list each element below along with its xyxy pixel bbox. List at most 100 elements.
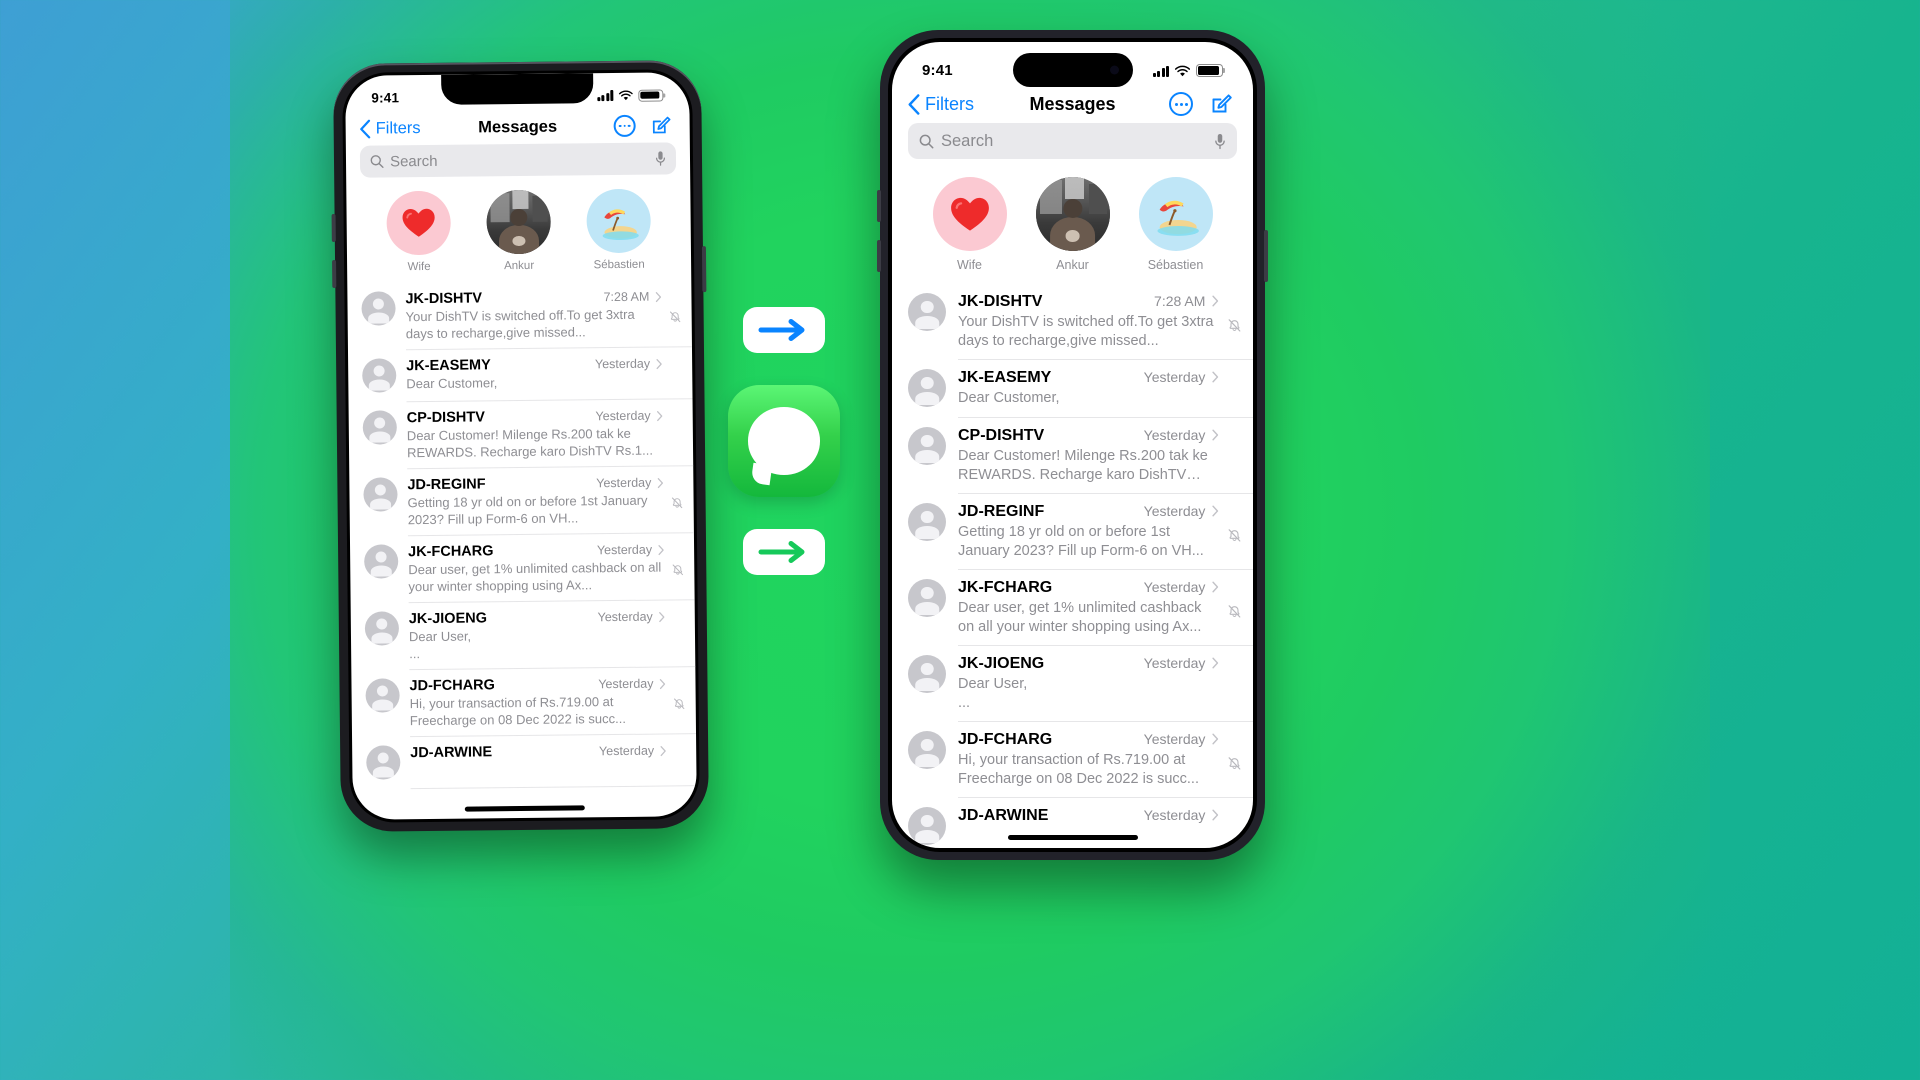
chevron-right-icon xyxy=(657,477,663,488)
pinned-contact-ankur[interactable]: Ankur xyxy=(1035,177,1110,272)
photo-avatar xyxy=(1035,177,1110,251)
conversation-preview: Dear User,... xyxy=(958,676,1028,711)
microphone-icon[interactable] xyxy=(655,150,666,166)
left-phone-volume-down[interactable] xyxy=(332,259,337,288)
left-phone-power-button[interactable] xyxy=(701,246,707,293)
avatar xyxy=(908,503,946,541)
chevron-right-icon xyxy=(1212,581,1219,593)
right-phone-power-button[interactable] xyxy=(1264,230,1268,282)
conversation-preview: Dear User,... xyxy=(408,628,472,662)
conversation-sender: JD-ARWINE xyxy=(958,807,1049,824)
left-phone-screen: 9:41 Filters Messages Search Wife Ankur … xyxy=(345,72,697,820)
conversation-list[interactable]: JK-DISHTV 7:28 AM Your DishTV is switched … xyxy=(347,280,697,790)
conversation-row[interactable]: JD-ARWINE Yesterday xyxy=(352,734,697,790)
conversation-sender: JD-FCHARG xyxy=(409,677,495,695)
microphone-icon[interactable] xyxy=(1214,133,1226,150)
bell-mute-icon xyxy=(673,697,686,713)
home-indicator xyxy=(464,805,585,812)
conversation-row[interactable]: JD-ARWINE Yesterday xyxy=(892,798,1253,848)
conversation-row[interactable]: JK-FCHARG Yesterday Dear user, get 1% unli… xyxy=(350,533,695,604)
pinned-contact-wife[interactable]: Wife xyxy=(932,177,1007,272)
chevron-right-icon xyxy=(1212,809,1219,821)
bell-mute-icon xyxy=(671,563,684,579)
pinned-contact-sebastien[interactable]: Sébastien xyxy=(1138,177,1213,272)
conversation-sender: JD-FCHARG xyxy=(958,731,1053,748)
conversation-preview: Your DishTV is switched off.To get 3xtra… xyxy=(958,314,1214,349)
conversation-preview: Getting 18 yr old on or before 1st Janua… xyxy=(407,492,648,528)
compose-square-icon[interactable] xyxy=(1209,92,1233,116)
right-phone-volume-down[interactable] xyxy=(877,240,881,272)
conversation-row[interactable]: JD-REGINF Yesterday Getting 18 yr old on o… xyxy=(349,466,694,537)
conversation-row[interactable]: JK-DISHTV 7:28 AM Your DishTV is switched … xyxy=(892,284,1253,360)
conversation-row[interactable]: JD-FCHARG Yesterday Hi, your transaction o… xyxy=(351,667,697,738)
conversation-sender: JK-EASEMY xyxy=(406,357,491,375)
filters-back-button[interactable]: Filters xyxy=(908,94,974,115)
conversation-preview: Dear Customer, xyxy=(406,375,498,392)
messages-app-icon[interactable] xyxy=(728,385,840,497)
conversation-time: Yesterday xyxy=(1143,427,1206,443)
search-icon xyxy=(370,155,384,168)
avatar xyxy=(365,678,400,713)
conversation-row[interactable]: JK-JIOENG Yesterday Dear User,... xyxy=(351,600,696,671)
avatar xyxy=(362,358,397,393)
conversation-preview: Your DishTV is switched off.To get 3xtra… xyxy=(405,306,635,342)
status-time: 9:41 xyxy=(371,90,400,106)
conversation-sender: JK-JIOENG xyxy=(408,610,488,628)
arrow-chip-top xyxy=(743,307,825,353)
ellipsis-circle-icon[interactable] xyxy=(1169,92,1193,116)
conversation-row[interactable]: JK-FCHARG Yesterday Dear user, get 1% unli… xyxy=(892,570,1253,646)
chevron-right-icon xyxy=(1212,429,1219,441)
conversation-time: Yesterday xyxy=(1143,579,1206,595)
avatar xyxy=(364,544,399,579)
conversation-sender: JK-DISHTV xyxy=(405,290,483,308)
chevron-right-icon xyxy=(1212,505,1219,517)
chevron-right-icon xyxy=(656,358,662,369)
conversation-sender: CP-DISHTV xyxy=(406,409,485,427)
conversation-row[interactable]: JK-EASEMY Yesterday Dear Customer, xyxy=(348,347,693,403)
conversation-list[interactable]: JK-DISHTV 7:28 AM Your DishTV is switched … xyxy=(892,284,1253,848)
search-input[interactable]: Search xyxy=(908,123,1237,159)
pinned-contact-ankur[interactable]: Ankur xyxy=(486,189,551,273)
conversation-time: Yesterday xyxy=(1143,807,1206,823)
compose-square-icon[interactable] xyxy=(650,114,672,136)
conversation-sender: JK-EASEMY xyxy=(958,369,1052,386)
conversation-sender: JK-FCHARG xyxy=(408,543,494,561)
conversation-row[interactable]: CP-DISHTV Yesterday Dear Customer! Milenge… xyxy=(892,418,1253,494)
filters-label: Filters xyxy=(925,93,974,114)
chevron-left-icon xyxy=(908,93,920,115)
conversation-time: Yesterday xyxy=(1143,503,1206,519)
conversation-sender: JD-ARWINE xyxy=(410,744,493,762)
chevron-right-icon xyxy=(656,410,663,421)
arrow-right-icon xyxy=(758,541,805,563)
right-phone-volume-up[interactable] xyxy=(877,190,881,222)
left-phone-volume-buttons[interactable] xyxy=(331,213,336,242)
conversation-preview: Getting 18 yr old on or before 1st Janua… xyxy=(958,524,1204,559)
status-time: 9:41 xyxy=(922,62,953,79)
search-input[interactable]: Search xyxy=(359,142,677,178)
conversation-time: Yesterday xyxy=(594,356,651,372)
conversation-preview: Hi, your transaction of Rs.719.00 at Fre… xyxy=(958,752,1199,787)
chevron-right-icon xyxy=(1212,733,1219,745)
pinned-contact-wife[interactable]: Wife xyxy=(386,190,451,274)
pinned-contact-sebastien[interactable]: Sébastien xyxy=(586,188,651,272)
avatar xyxy=(908,655,946,693)
filters-back-button[interactable]: Filters xyxy=(360,119,421,139)
conversation-row[interactable]: JK-JIOENG Yesterday Dear User,... xyxy=(892,646,1253,722)
conversation-row[interactable]: JK-DISHTV 7:28 AM Your DishTV is switched … xyxy=(347,280,692,351)
avatar xyxy=(362,410,397,445)
pinned-contact-label: Sébastien xyxy=(1147,258,1204,272)
pinned-contacts: Wife Ankur Sébastien xyxy=(346,182,691,284)
conversation-row[interactable]: JD-FCHARG Yesterday Hi, your transaction o… xyxy=(892,722,1253,798)
phone-left: 9:41 Filters Messages Search Wife Ankur … xyxy=(331,60,710,832)
conversation-row[interactable]: CP-DISHTV Yesterday Dear Customer! Milenge… xyxy=(349,399,694,470)
conversation-row[interactable]: JD-REGINF Yesterday Getting 18 yr old on o… xyxy=(892,494,1253,570)
conversation-time: 7:28 AM xyxy=(603,289,650,305)
pinned-contact-label: Wife xyxy=(407,260,431,274)
bell-mute-icon xyxy=(1227,756,1242,776)
ellipsis-circle-icon[interactable] xyxy=(613,114,636,138)
avatar xyxy=(361,291,396,326)
conversation-row[interactable]: JK-EASEMY Yesterday Dear Customer, xyxy=(892,360,1253,418)
chevron-right-icon xyxy=(660,745,666,756)
conversation-preview: Dear user, get 1% unlimited cashback on … xyxy=(958,600,1202,635)
conversation-time: Yesterday xyxy=(595,408,651,424)
